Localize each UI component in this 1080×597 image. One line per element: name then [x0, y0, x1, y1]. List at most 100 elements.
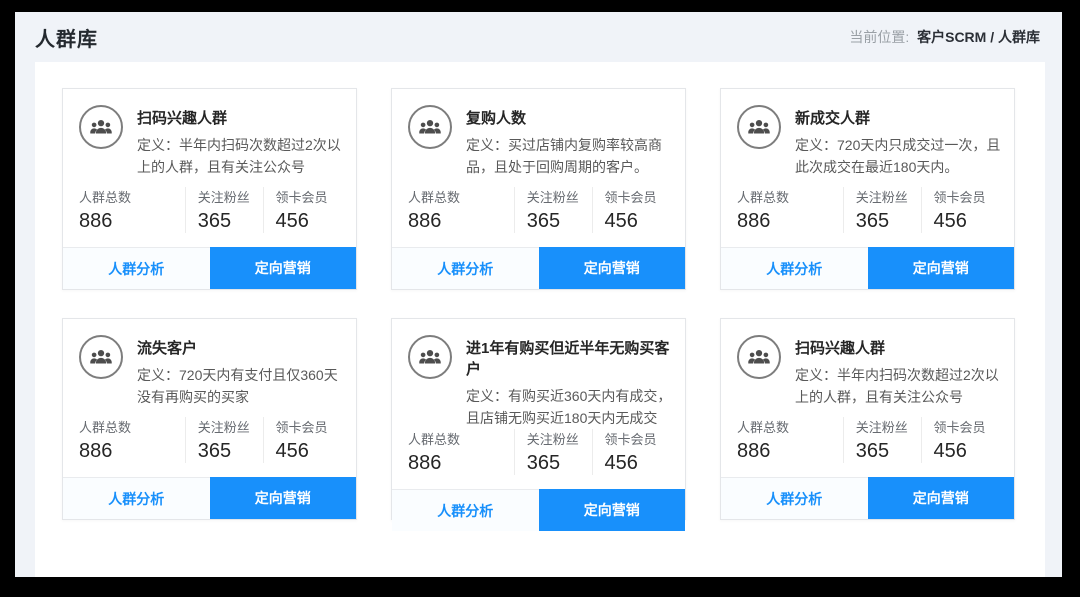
card-actions: 人群分析 定向营销 [392, 247, 685, 289]
breadcrumb-prefix: 当前位置: [849, 29, 909, 45]
people-group-icon [79, 105, 123, 149]
stat-label: 关注粉丝 [527, 187, 584, 206]
stat-members: 领卡会员 456 [592, 187, 675, 233]
stat-label: 关注粉丝 [856, 417, 913, 436]
stat-total: 人群总数 886 [79, 417, 185, 463]
audience-card: 扫码兴趣人群 定义：半年内扫码次数超过2次以上的人群，且有关注公众号 人群总数 … [720, 318, 1015, 520]
stat-label: 关注粉丝 [856, 187, 913, 206]
stat-value: 886 [408, 210, 506, 233]
card-head-text: 流失客户 定义：720天内有支付且仅360天没有再购买的买家 [137, 332, 344, 417]
stat-members: 领卡会员 456 [921, 417, 1004, 463]
stat-value: 456 [934, 210, 996, 233]
audience-analysis-button[interactable]: 人群分析 [63, 477, 210, 519]
stat-value: 365 [527, 210, 584, 233]
audience-analysis-button[interactable]: 人群分析 [721, 247, 868, 289]
card-actions: 人群分析 定向营销 [63, 247, 356, 289]
stat-label: 关注粉丝 [527, 429, 584, 448]
stat-label: 人群总数 [408, 187, 506, 206]
audience-card: 扫码兴趣人群 定义：半年内扫码次数超过2次以上的人群，且有关注公众号 人群总数 … [62, 88, 357, 290]
stat-label: 领卡会员 [934, 417, 996, 436]
card-head: 扫码兴趣人群 定义：半年内扫码次数超过2次以上的人群，且有关注公众号 [721, 319, 1014, 417]
stat-value: 886 [737, 440, 835, 463]
audience-analysis-button[interactable]: 人群分析 [392, 247, 539, 289]
stat-value: 886 [79, 210, 177, 233]
people-group-icon [737, 335, 781, 379]
people-group-icon [737, 105, 781, 149]
card-title: 新成交人群 [795, 102, 1002, 128]
targeted-marketing-button[interactable]: 定向营销 [539, 247, 686, 289]
stat-value: 456 [276, 210, 338, 233]
page-title: 人群库 [35, 23, 98, 52]
stat-value: 365 [198, 210, 255, 233]
stat-label: 领卡会员 [276, 417, 338, 436]
targeted-marketing-button[interactable]: 定向营销 [539, 489, 686, 531]
people-group-icon [408, 335, 452, 379]
stat-value: 365 [198, 440, 255, 463]
cards-grid: 扫码兴趣人群 定义：半年内扫码次数超过2次以上的人群，且有关注公众号 人群总数 … [62, 88, 1015, 520]
breadcrumb: 当前位置: 客户SCRM / 人群库 [849, 27, 1040, 47]
card-stats: 人群总数 886 关注粉丝 365 领卡会员 456 [392, 429, 685, 489]
card-title: 复购人数 [466, 102, 673, 128]
targeted-marketing-button[interactable]: 定向营销 [868, 247, 1015, 289]
audience-card: 新成交人群 定义：720天内只成交过一次，且此次成交在最近180天内。 人群总数… [720, 88, 1015, 290]
card-stats: 人群总数 886 关注粉丝 365 领卡会员 456 [721, 417, 1014, 477]
stat-label: 领卡会员 [605, 187, 667, 206]
audience-card: 流失客户 定义：720天内有支付且仅360天没有再购买的买家 人群总数 886 … [62, 318, 357, 520]
card-actions: 人群分析 定向营销 [721, 477, 1014, 519]
stat-label: 人群总数 [79, 187, 177, 206]
stat-value: 365 [527, 452, 584, 475]
card-head-text: 新成交人群 定义：720天内只成交过一次，且此次成交在最近180天内。 [795, 102, 1002, 187]
targeted-marketing-button[interactable]: 定向营销 [210, 477, 357, 519]
card-head: 复购人数 定义：买过店铺内复购率较高商品，且处于回购周期的客户。 [392, 89, 685, 187]
stat-total: 人群总数 886 [79, 187, 185, 233]
stat-label: 人群总数 [737, 187, 835, 206]
breadcrumb-path[interactable]: 客户SCRM / 人群库 [917, 29, 1040, 45]
card-actions: 人群分析 定向营销 [63, 477, 356, 519]
people-group-icon [408, 105, 452, 149]
card-title: 流失客户 [137, 332, 344, 358]
card-head: 进1年有购买但近半年无购买客户 定义：有购买近360天内有成交，且店铺无购买近1… [392, 319, 685, 429]
main-panel: 扫码兴趣人群 定义：半年内扫码次数超过2次以上的人群，且有关注公众号 人群总数 … [35, 62, 1045, 577]
stat-value: 886 [737, 210, 835, 233]
card-head: 扫码兴趣人群 定义：半年内扫码次数超过2次以上的人群，且有关注公众号 [63, 89, 356, 187]
stat-value: 456 [605, 452, 667, 475]
card-actions: 人群分析 定向营销 [392, 489, 685, 531]
stat-followers: 关注粉丝 365 [514, 429, 592, 475]
stat-members: 领卡会员 456 [263, 417, 346, 463]
audience-analysis-button[interactable]: 人群分析 [63, 247, 210, 289]
card-definition: 定义：半年内扫码次数超过2次以上的人群，且有关注公众号 [137, 135, 344, 178]
audience-card: 复购人数 定义：买过店铺内复购率较高商品，且处于回购周期的客户。 人群总数 88… [391, 88, 686, 290]
stat-value: 365 [856, 440, 913, 463]
stat-value: 886 [79, 440, 177, 463]
targeted-marketing-button[interactable]: 定向营销 [210, 247, 357, 289]
stat-value: 456 [934, 440, 996, 463]
card-title: 扫码兴趣人群 [795, 332, 1002, 358]
card-stats: 人群总数 886 关注粉丝 365 领卡会员 456 [721, 187, 1014, 247]
card-stats: 人群总数 886 关注粉丝 365 领卡会员 456 [63, 417, 356, 477]
card-head: 流失客户 定义：720天内有支付且仅360天没有再购买的买家 [63, 319, 356, 417]
card-stats: 人群总数 886 关注粉丝 365 领卡会员 456 [392, 187, 685, 247]
card-head-text: 扫码兴趣人群 定义：半年内扫码次数超过2次以上的人群，且有关注公众号 [795, 332, 1002, 417]
audience-card: 进1年有购买但近半年无购买客户 定义：有购买近360天内有成交，且店铺无购买近1… [391, 318, 686, 520]
stat-followers: 关注粉丝 365 [185, 417, 263, 463]
stat-value: 456 [276, 440, 338, 463]
stat-total: 人群总数 886 [737, 417, 843, 463]
card-head: 新成交人群 定义：720天内只成交过一次，且此次成交在最近180天内。 [721, 89, 1014, 187]
stat-value: 365 [856, 210, 913, 233]
card-definition: 定义：半年内扫码次数超过2次以上的人群，且有关注公众号 [795, 365, 1002, 408]
stat-members: 领卡会员 456 [263, 187, 346, 233]
targeted-marketing-button[interactable]: 定向营销 [868, 477, 1015, 519]
audience-analysis-button[interactable]: 人群分析 [721, 477, 868, 519]
stat-label: 领卡会员 [276, 187, 338, 206]
stat-label: 关注粉丝 [198, 187, 255, 206]
stat-followers: 关注粉丝 365 [514, 187, 592, 233]
stat-total: 人群总数 886 [408, 429, 514, 475]
card-actions: 人群分析 定向营销 [721, 247, 1014, 289]
people-group-icon [79, 335, 123, 379]
page-header: 人群库 当前位置: 客户SCRM / 人群库 [15, 12, 1062, 62]
stat-label: 关注粉丝 [198, 417, 255, 436]
stat-label: 人群总数 [737, 417, 835, 436]
stat-total: 人群总数 886 [408, 187, 514, 233]
stat-members: 领卡会员 456 [592, 429, 675, 475]
audience-analysis-button[interactable]: 人群分析 [392, 489, 539, 531]
